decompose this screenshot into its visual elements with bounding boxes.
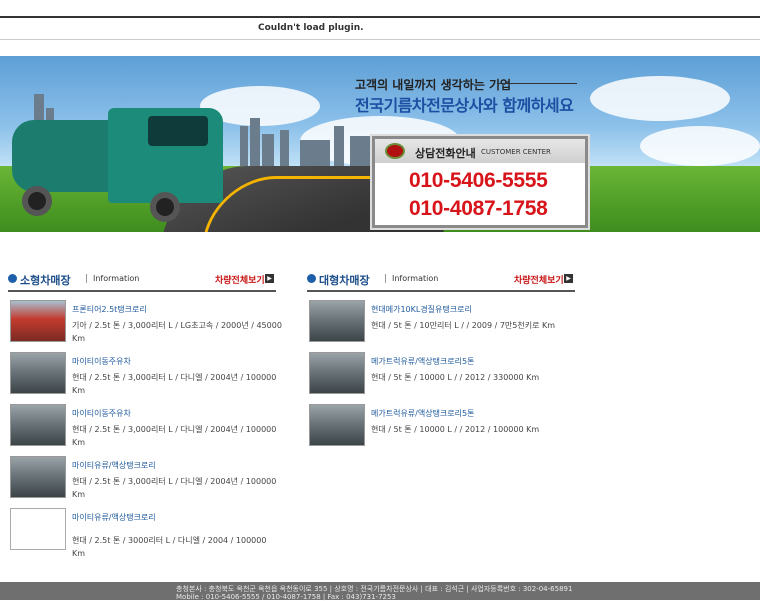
vehicle-thumbnail[interactable]	[10, 352, 66, 394]
building	[280, 130, 289, 166]
vehicle-thumbnail[interactable]	[309, 300, 365, 342]
truck-wheel	[22, 186, 52, 216]
vehicle-description: 현대 / 2.5t 톤 / 3,000리터 L / 다니엘 / 2004년 / …	[72, 373, 277, 395]
top-bar	[0, 0, 760, 18]
vehicle-title[interactable]: 마이티이동주유차	[72, 356, 131, 367]
vehicle-description: 현대 / 2.5t 톤 / 3000리터 L / 다니엘 / 2004 / 10…	[72, 536, 267, 558]
list-item[interactable]: 마이티이동주유차 현대 / 2.5t 톤 / 3,000리터 L / 다니엘 /…	[10, 352, 278, 404]
building	[350, 136, 374, 166]
slogan-divider	[497, 83, 577, 84]
vehicle-thumbnail[interactable]	[10, 456, 66, 498]
section-title: 대형차매장	[319, 274, 370, 287]
list-item[interactable]: 메가트럭유류/액상탱크로리5톤 현대 / 5t 톤 / 10000 L / / …	[309, 352, 577, 404]
arrow-right-icon[interactable]: ▶	[265, 274, 274, 283]
arrow-right-icon[interactable]: ▶	[564, 274, 573, 283]
section-info-label: Information	[86, 274, 139, 283]
customer-center-subtitle: CUSTOMER CENTER	[481, 148, 551, 156]
customer-center-box: 상담전화안내 CUSTOMER CENTER 010-5406-5555 010…	[372, 136, 588, 228]
building	[250, 118, 260, 166]
large-vehicle-section-header: 대형차매장 Information 차량전체보기 ▶	[307, 272, 575, 292]
tank-truck-window	[148, 116, 208, 146]
view-all-link[interactable]: 차량전체보기	[215, 273, 265, 286]
vehicle-thumbnail[interactable]	[309, 404, 365, 446]
building	[240, 126, 248, 166]
vehicle-title[interactable]: 마이티이동주유차	[72, 408, 131, 419]
phone-number-1[interactable]: 010-5406-5555	[409, 169, 548, 193]
vehicle-title[interactable]: 현대메가10KL경질유탱크로리	[371, 304, 472, 315]
customer-center-title: 상담전화안내	[415, 147, 476, 160]
list-item[interactable]: 프론티어2.5t탱크로리 기아 / 2.5t 톤 / 3,000리터 L / L…	[10, 300, 282, 352]
section-bullet-icon	[8, 274, 17, 283]
vehicle-title[interactable]: 메가트럭유류/액상탱크로리5톤	[371, 408, 474, 419]
list-item[interactable]: 마이티유류/액상탱크로리 현대 / 2.5t 톤 / 3000리터 L / 다니…	[10, 508, 278, 560]
section-title: 소형차매장	[20, 274, 71, 287]
cloud	[640, 126, 760, 166]
vehicle-title[interactable]: 마이티유류/액상탱크로리	[72, 512, 156, 523]
vehicle-title[interactable]: 메가트럭유류/액상탱크로리5톤	[371, 356, 474, 367]
small-vehicle-section-header: 소형차매장 Information 차량전체보기 ▶	[8, 272, 276, 292]
vehicle-thumbnail[interactable]	[10, 404, 66, 446]
vehicle-thumbnail[interactable]	[10, 300, 66, 342]
vehicle-thumbnail-placeholder[interactable]	[10, 508, 66, 550]
vehicle-title[interactable]: 마이티유류/액상탱크로리	[72, 460, 156, 471]
section-info-label: Information	[385, 274, 438, 283]
section-bullet-icon	[307, 274, 316, 283]
building	[262, 134, 274, 166]
vehicle-title[interactable]: 프론티어2.5t탱크로리	[72, 304, 147, 315]
customer-center-header: 상담전화안내 CUSTOMER CENTER	[375, 139, 585, 163]
list-item[interactable]: 마이티이동주유차 현대 / 2.5t 톤 / 3,000리터 L / 다니엘 /…	[10, 404, 278, 456]
vehicle-description: 현대 / 2.5t 톤 / 3,000리터 L / 다니엘 / 2004년 / …	[72, 477, 277, 499]
list-item[interactable]: 메가트럭유류/액상탱크로리5톤 현대 / 5t 톤 / 10000 L / / …	[309, 404, 577, 456]
view-all-link[interactable]: 차량전체보기	[514, 273, 564, 286]
truck-wheel	[150, 192, 180, 222]
slogan-large: 전국기름차전문상사와 함께하세요	[355, 96, 574, 115]
footer: 충청본사 : 충청북도 옥천군 옥천읍 옥천동이로 355 | 상호명 : 전국…	[0, 582, 760, 601]
vehicle-description: 현대 / 5t 톤 / 10만리터 L / / 2009 / 7만5천키로 Km	[371, 321, 556, 330]
plugin-error-message: Couldn't load plugin.	[258, 23, 364, 33]
vehicle-thumbnail[interactable]	[309, 352, 365, 394]
phone-number-2[interactable]: 010-4087-1758	[409, 197, 548, 221]
vehicle-description: 현대 / 5t 톤 / 10000 L / / 2012 / 100000 Km	[371, 425, 540, 434]
vehicle-description: 현대 / 2.5t 톤 / 3,000리터 L / 다니엘 / 2004년 / …	[72, 425, 277, 447]
list-item[interactable]: 현대메가10KL경질유탱크로리 현대 / 5t 톤 / 10만리터 L / / …	[309, 300, 577, 352]
building	[300, 140, 330, 166]
slogan-small: 고객의 내일까지 생각하는 기업	[355, 78, 512, 92]
cloud	[590, 76, 730, 121]
phone-icon	[385, 143, 405, 159]
vehicle-description: 기아 / 2.5t 톤 / 3,000리터 L / LG초고속 / 2000년 …	[72, 321, 282, 343]
building	[334, 126, 344, 166]
vehicle-description: 현대 / 5t 톤 / 10000 L / / 2012 / 330000 Km	[371, 373, 540, 382]
hero-banner: 고객의 내일까지 생각하는 기업 전국기름차전문상사와 함께하세요 상담전화안내…	[0, 56, 760, 232]
list-item[interactable]: 마이티유류/액상탱크로리 현대 / 2.5t 톤 / 3,000리터 L / 다…	[10, 456, 278, 508]
plugin-placeholder[interactable]: Couldn't load plugin.	[0, 18, 760, 40]
